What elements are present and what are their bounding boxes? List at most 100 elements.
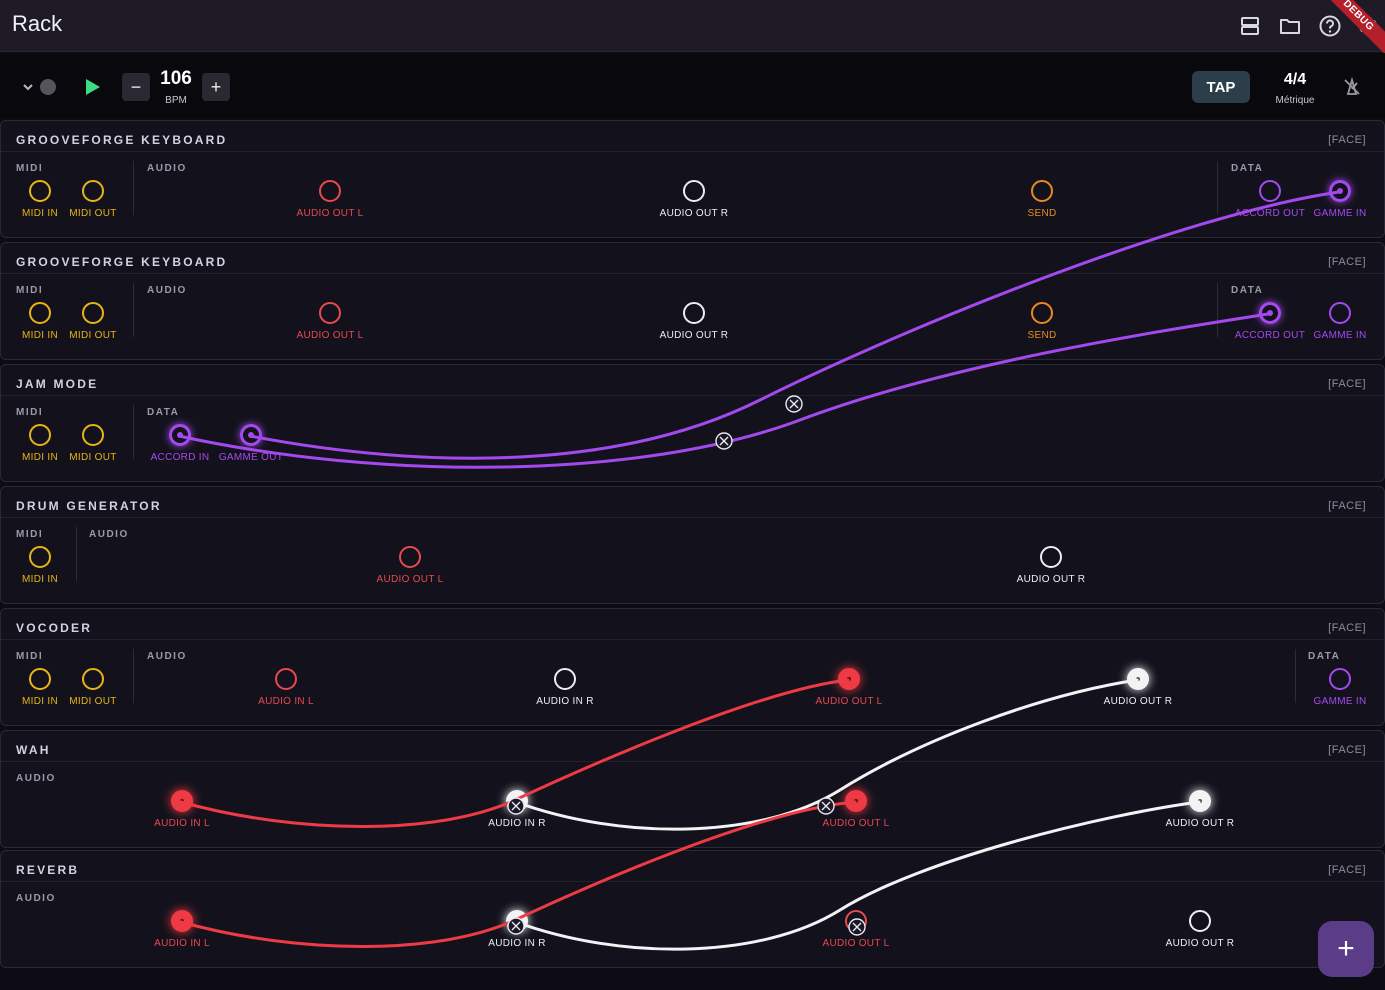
jack[interactable] xyxy=(319,302,341,324)
jack[interactable] xyxy=(82,180,104,202)
jack[interactable] xyxy=(1040,546,1062,568)
face-toggle[interactable]: [FACE] xyxy=(1328,500,1366,512)
jack[interactable] xyxy=(82,424,104,446)
metronome-off-icon[interactable] xyxy=(1340,75,1364,99)
port-midi-out[interactable]: MIDI OUT xyxy=(48,180,138,219)
port-label: AUDIO OUT L xyxy=(296,208,364,219)
jack[interactable] xyxy=(1189,790,1211,812)
jack[interactable] xyxy=(1329,180,1351,202)
jack[interactable] xyxy=(399,546,421,568)
help-icon[interactable] xyxy=(1316,12,1344,40)
port-label: SEND xyxy=(1027,330,1057,341)
audio-section-label: AUDIO xyxy=(16,773,56,784)
port-gamme-in[interactable]: GAMME IN xyxy=(1295,180,1385,219)
port-gamme-out[interactable]: GAMME OUT xyxy=(206,424,296,463)
port-audio-out-l[interactable]: AUDIO OUT L xyxy=(285,180,375,219)
port-audio-in-l[interactable]: AUDIO IN L xyxy=(137,910,227,949)
jack[interactable] xyxy=(1259,302,1281,324)
jack[interactable] xyxy=(82,668,104,690)
port-audio-in-r[interactable]: AUDIO IN R xyxy=(472,910,562,949)
slot-title[interactable]: VOCODER xyxy=(16,621,92,635)
record-indicator[interactable] xyxy=(40,79,56,95)
midi-section-label: MIDI xyxy=(16,163,44,174)
jack[interactable] xyxy=(240,424,262,446)
port-audio-out-r[interactable]: AUDIO OUT R xyxy=(1006,546,1096,585)
port-gamme-in[interactable]: GAMME IN xyxy=(1295,302,1385,341)
port-midi-in[interactable]: MIDI IN xyxy=(0,546,85,585)
port-midi-out[interactable]: MIDI OUT xyxy=(48,424,138,463)
port-label: AUDIO IN L xyxy=(258,696,314,707)
meter-value[interactable]: 4/4 xyxy=(1270,69,1320,91)
port-audio-out-l[interactable]: AUDIO OUT L xyxy=(811,790,901,829)
port-audio-out-r[interactable]: AUDIO OUT R xyxy=(649,302,739,341)
port-send[interactable]: SEND xyxy=(997,302,1087,341)
folder-icon[interactable] xyxy=(1276,12,1304,40)
port-audio-out-r[interactable]: AUDIO OUT R xyxy=(1155,910,1245,949)
jack[interactable] xyxy=(29,546,51,568)
jack[interactable] xyxy=(845,790,867,812)
jack[interactable] xyxy=(1329,668,1351,690)
jack[interactable] xyxy=(319,180,341,202)
face-toggle[interactable]: [FACE] xyxy=(1328,864,1366,876)
port-send[interactable]: SEND xyxy=(997,180,1087,219)
jack[interactable] xyxy=(554,668,576,690)
midi-section-label: MIDI xyxy=(16,651,44,662)
jack[interactable] xyxy=(169,424,191,446)
rack-slot-wah: WAH [FACE] AUDIO AUDIO IN L AUDIO IN R A… xyxy=(0,730,1385,848)
slot-title[interactable]: GROOVEFORGE KEYBOARD xyxy=(16,133,227,147)
jack[interactable] xyxy=(1259,180,1281,202)
jack[interactable] xyxy=(1127,668,1149,690)
port-audio-out-r[interactable]: AUDIO OUT R xyxy=(649,180,739,219)
port-label: MIDI OUT xyxy=(69,330,117,341)
jack[interactable] xyxy=(1031,302,1053,324)
port-audio-in-r[interactable]: AUDIO IN R xyxy=(472,790,562,829)
face-toggle[interactable]: [FACE] xyxy=(1328,256,1366,268)
port-audio-out-l[interactable]: AUDIO OUT L xyxy=(811,910,901,949)
bpm-increase-button[interactable]: + xyxy=(202,73,230,101)
slot-title[interactable]: DRUM GENERATOR xyxy=(16,499,162,513)
port-label: GAMME IN xyxy=(1313,696,1367,707)
jack[interactable] xyxy=(171,790,193,812)
divider xyxy=(1,151,1384,152)
face-toggle[interactable]: [FACE] xyxy=(1328,622,1366,634)
port-audio-out-l[interactable]: AUDIO OUT L xyxy=(804,668,894,707)
port-midi-out[interactable]: MIDI OUT xyxy=(48,302,138,341)
play-icon[interactable] xyxy=(80,75,104,99)
face-toggle[interactable]: [FACE] xyxy=(1328,378,1366,390)
face-toggle[interactable]: [FACE] xyxy=(1328,744,1366,756)
slot-title[interactable]: WAH xyxy=(16,743,51,757)
jack[interactable] xyxy=(171,910,193,932)
port-audio-in-l[interactable]: AUDIO IN L xyxy=(241,668,331,707)
jack[interactable] xyxy=(1189,910,1211,932)
jack[interactable] xyxy=(845,910,867,932)
port-audio-out-l[interactable]: AUDIO OUT L xyxy=(285,302,375,341)
port-audio-in-r[interactable]: AUDIO IN R xyxy=(520,668,610,707)
jack[interactable] xyxy=(683,302,705,324)
jack[interactable] xyxy=(275,668,297,690)
slot-title[interactable]: REVERB xyxy=(16,863,79,877)
jack[interactable] xyxy=(838,668,860,690)
jack[interactable] xyxy=(506,790,528,812)
slot-title[interactable]: JAM MODE xyxy=(16,377,98,391)
slot-title[interactable]: GROOVEFORGE KEYBOARD xyxy=(16,255,227,269)
port-gamme-in[interactable]: GAMME IN xyxy=(1295,668,1385,707)
chevron-down-icon[interactable] xyxy=(20,79,36,95)
port-midi-out[interactable]: MIDI OUT xyxy=(48,668,138,707)
jack[interactable] xyxy=(506,910,528,932)
face-toggle[interactable]: [FACE] xyxy=(1328,134,1366,146)
jack[interactable] xyxy=(1031,180,1053,202)
tap-tempo-button[interactable]: TAP xyxy=(1192,71,1250,103)
port-label: AUDIO OUT L xyxy=(296,330,364,341)
jack[interactable] xyxy=(1329,302,1351,324)
port-audio-out-l[interactable]: AUDIO OUT L xyxy=(365,546,455,585)
view-rows-icon[interactable] xyxy=(1236,12,1264,40)
bpm-decrease-button[interactable]: − xyxy=(122,73,150,101)
port-audio-out-r[interactable]: AUDIO OUT R xyxy=(1155,790,1245,829)
divider xyxy=(1,639,1384,640)
port-audio-out-r[interactable]: AUDIO OUT R xyxy=(1093,668,1183,707)
port-audio-in-l[interactable]: AUDIO IN L xyxy=(137,790,227,829)
meter-label: Métrique xyxy=(1275,94,1315,106)
jack[interactable] xyxy=(683,180,705,202)
jack[interactable] xyxy=(82,302,104,324)
add-module-button[interactable]: + xyxy=(1318,921,1374,977)
